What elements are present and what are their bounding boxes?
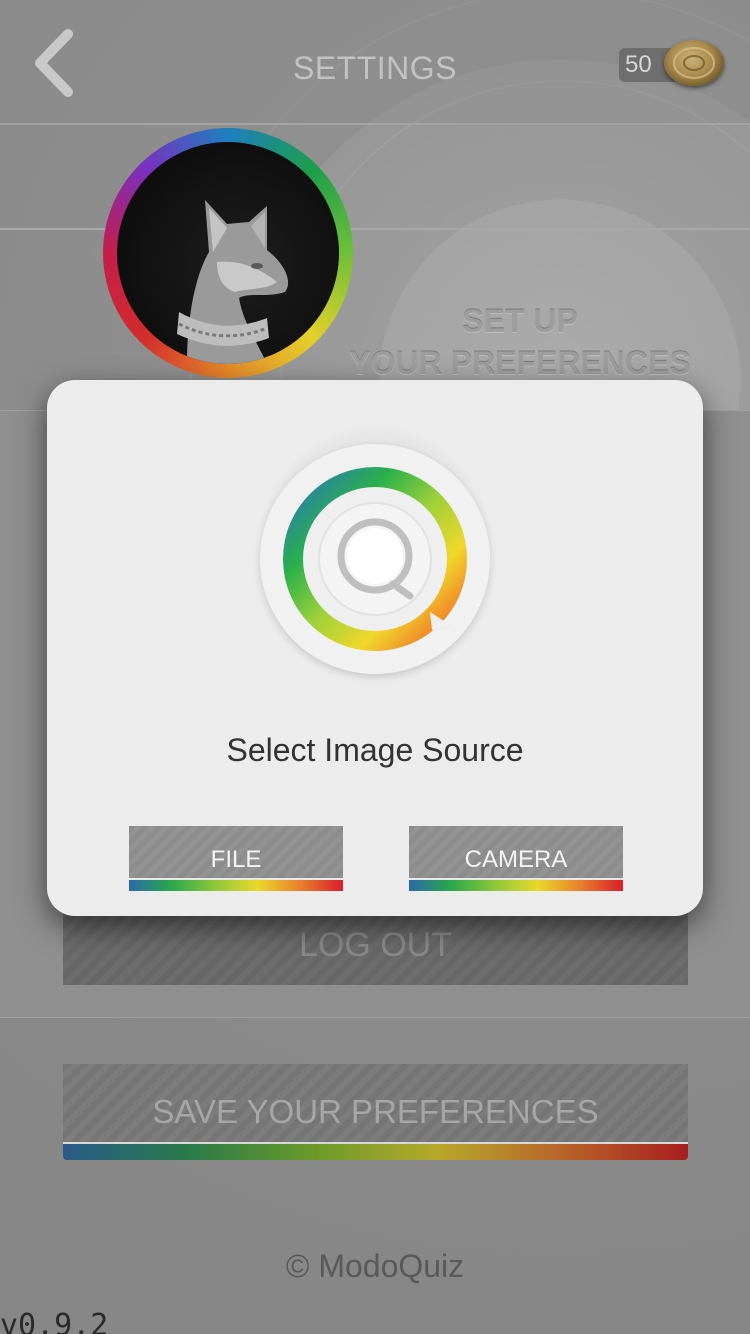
save-button-color-bar (63, 1142, 688, 1160)
file-button-color-bar (129, 878, 343, 891)
camera-button-color-bar (409, 878, 623, 891)
modoquiz-logo-icon (260, 444, 490, 674)
dialog-title: Select Image Source (226, 732, 524, 768)
preferences-heading: SET UP YOUR PREFERENCES (349, 303, 691, 381)
file-button[interactable]: FILE (129, 826, 343, 878)
version-label: v0.9.2 (0, 1308, 109, 1334)
cat-statue-image (177, 200, 289, 364)
save-preferences-button[interactable]: SAVE YOUR PREFERENCES (63, 1064, 688, 1142)
logout-button[interactable]: LOG OUT (63, 905, 688, 985)
image-source-dialog: Select Image Source FILE CAMERA (47, 380, 703, 916)
camera-button[interactable]: CAMERA (409, 826, 623, 878)
settings-screen: SETTINGS 50 SET UP YOUR PREFERENCES LOG … (0, 0, 750, 1334)
app-header: SETTINGS 50 (0, 0, 750, 125)
coin-icon (664, 40, 724, 86)
copyright-text: © ModoQuiz (285, 1248, 465, 1284)
avatar[interactable] (117, 142, 339, 364)
